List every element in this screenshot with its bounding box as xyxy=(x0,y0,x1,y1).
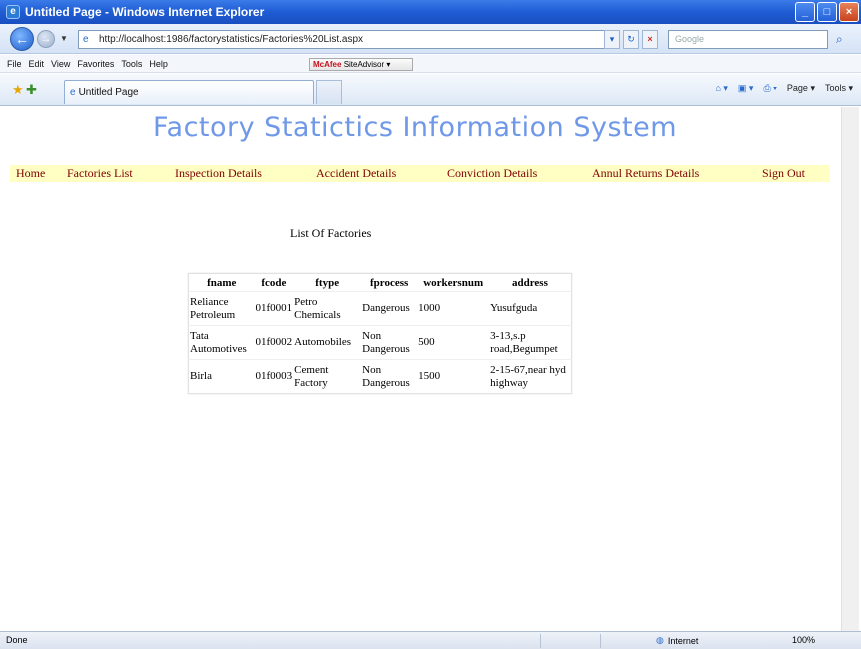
feeds-icon[interactable]: ▣ ▾ xyxy=(738,83,754,94)
print-icon[interactable]: ⎙ ▾ xyxy=(763,83,776,94)
page-title: Factory Statictics Information System xyxy=(152,112,678,143)
cell-address: 3-13,s.p road,Begumpet xyxy=(489,325,572,360)
table-header-row: fname fcode ftype fprocess workersnum ad… xyxy=(189,274,572,292)
page-content: Factory Statictics Information System Ho… xyxy=(10,107,841,631)
new-tab-button[interactable] xyxy=(316,80,342,104)
table-row: Reliance Petroleum 01f0001 Petro Chemica… xyxy=(188,291,572,326)
address-dropdown-icon[interactable]: ▾ xyxy=(604,30,620,49)
cell-fname: Birla xyxy=(188,359,255,394)
list-title: List Of Factories xyxy=(290,226,372,240)
cell-fcode: 01f0003 xyxy=(254,359,294,394)
add-favorite-icon[interactable]: ✚ xyxy=(26,82,37,98)
cell-fname: Reliance Petroleum xyxy=(188,291,255,326)
cell-ftype: Petro Chemicals xyxy=(293,291,362,326)
forward-button[interactable]: → xyxy=(37,30,55,48)
menu-edit[interactable]: Edit xyxy=(29,59,45,69)
stop-icon[interactable]: × xyxy=(642,30,658,49)
cell-fprocess: Non Dangerous xyxy=(361,359,418,394)
security-zone[interactable]: ◍ Internet xyxy=(656,635,698,646)
table-row: Birla 01f0003 Cement Factory Non Dangero… xyxy=(188,359,572,394)
search-icon[interactable]: ⌕ xyxy=(836,32,843,47)
nav-inspection-details[interactable]: Inspection Details xyxy=(175,166,262,181)
mcafee-label: SiteAdvisor ▾ xyxy=(343,60,391,69)
table-row: Tata Automotives 01f0002 Automobiles Non… xyxy=(188,325,572,360)
cell-address: Yusufguda xyxy=(489,291,572,326)
back-button[interactable]: ← xyxy=(10,27,34,51)
address-toolbar: ← → ▼ e http://localhost:1986/factorysta… xyxy=(0,24,861,54)
close-button[interactable]: × xyxy=(839,2,859,22)
title-bar: e Untitled Page - Windows Internet Explo… xyxy=(0,0,861,24)
cell-fcode: 01f0002 xyxy=(254,325,294,360)
nav-conviction-details[interactable]: Conviction Details xyxy=(447,166,537,181)
cell-fprocess: Dangerous xyxy=(361,291,418,326)
cell-workersnum: 1000 xyxy=(417,291,490,326)
address-bar[interactable]: e http://localhost:1986/factorystatistic… xyxy=(78,30,618,49)
column-header-address: address xyxy=(511,276,548,289)
tab-label: Untitled Page xyxy=(78,87,139,98)
cell-address: 2-15-67,near hyd highway xyxy=(489,359,572,394)
refresh-icon[interactable]: ↻ xyxy=(623,30,639,49)
search-input[interactable]: Google xyxy=(668,30,828,49)
status-text: Done xyxy=(6,635,28,645)
tools-menu-button[interactable]: Tools ▾ xyxy=(825,83,853,94)
cell-ftype: Automobiles xyxy=(293,325,362,360)
nav-accident-details[interactable]: Accident Details xyxy=(316,166,396,181)
cell-ftype: Cement Factory xyxy=(293,359,362,394)
column-header-workersnum: workersnum xyxy=(423,276,484,289)
vertical-scrollbar[interactable] xyxy=(841,107,859,631)
globe-icon: ◍ xyxy=(656,635,664,645)
nav-annual-returns-details[interactable]: Annul Returns Details xyxy=(592,166,699,181)
page-icon: e xyxy=(83,33,89,45)
cell-fprocess: Non Dangerous xyxy=(361,325,418,360)
factories-table: fname fcode ftype fprocess workersnum ad… xyxy=(188,273,572,394)
favorites-star-icon[interactable]: ★ xyxy=(12,82,24,98)
zone-label: Internet xyxy=(667,635,699,646)
tab-untitled-page[interactable]: e Untitled Page xyxy=(64,80,314,104)
mcafee-brand: McAfee xyxy=(313,60,342,69)
ie-icon: e xyxy=(6,5,20,19)
menu-favorites[interactable]: Favorites xyxy=(77,59,114,69)
home-icon[interactable]: ⌂ ▾ xyxy=(715,83,727,94)
cell-workersnum: 500 xyxy=(417,325,490,360)
cell-workersnum: 1500 xyxy=(417,359,490,394)
nav-home[interactable]: Home xyxy=(16,166,45,181)
menu-bar: File Edit View Favorites Tools Help xyxy=(0,55,861,73)
status-bar: Done ◍ Internet 100% xyxy=(0,631,861,649)
menu-view[interactable]: View xyxy=(51,59,70,69)
address-tools: ▾ ↻ × xyxy=(604,30,658,49)
status-divider xyxy=(540,634,541,648)
favorites-tab-bar: ★ ✚ e Untitled Page ⌂ ▾ ▣ ▾ ⎙ ▾ Page ▾ T… xyxy=(0,74,861,106)
cell-fname: Tata Automotives xyxy=(188,325,255,360)
column-header-fprocess: fprocess xyxy=(370,276,409,289)
tab-page-icon: e xyxy=(70,87,76,98)
window-controls: _ □ × xyxy=(795,2,859,22)
maximize-button[interactable]: □ xyxy=(817,2,837,22)
menu-tools[interactable]: Tools xyxy=(121,59,142,69)
window-title: Untitled Page - Windows Internet Explore… xyxy=(25,5,265,19)
site-navigation: Home Factories List Inspection Details A… xyxy=(10,165,830,182)
cell-fcode: 01f0001 xyxy=(254,291,294,326)
page-menu-button[interactable]: Page ▾ xyxy=(787,83,815,94)
column-header-fname: fname xyxy=(207,276,237,289)
zoom-level[interactable]: 100% xyxy=(792,635,815,645)
command-bar: ⌂ ▾ ▣ ▾ ⎙ ▾ Page ▾ Tools ▾ xyxy=(715,83,853,94)
status-divider xyxy=(600,634,601,648)
column-header-fcode: fcode xyxy=(261,276,287,289)
browser-window: e Untitled Page - Windows Internet Explo… xyxy=(0,0,861,649)
address-url[interactable]: http://localhost:1986/factorystatistics/… xyxy=(99,34,363,45)
column-header-ftype: ftype xyxy=(315,276,340,289)
nav-factories-list[interactable]: Factories List xyxy=(67,166,133,181)
menu-file[interactable]: File xyxy=(7,59,22,69)
nav-sign-out[interactable]: Sign Out xyxy=(762,166,805,181)
recent-pages-dropdown-icon[interactable]: ▼ xyxy=(60,34,68,43)
mcafee-siteadvisor-button[interactable]: McAfee SiteAdvisor ▾ xyxy=(309,58,413,71)
menu-help[interactable]: Help xyxy=(149,59,168,69)
minimize-button[interactable]: _ xyxy=(795,2,815,22)
